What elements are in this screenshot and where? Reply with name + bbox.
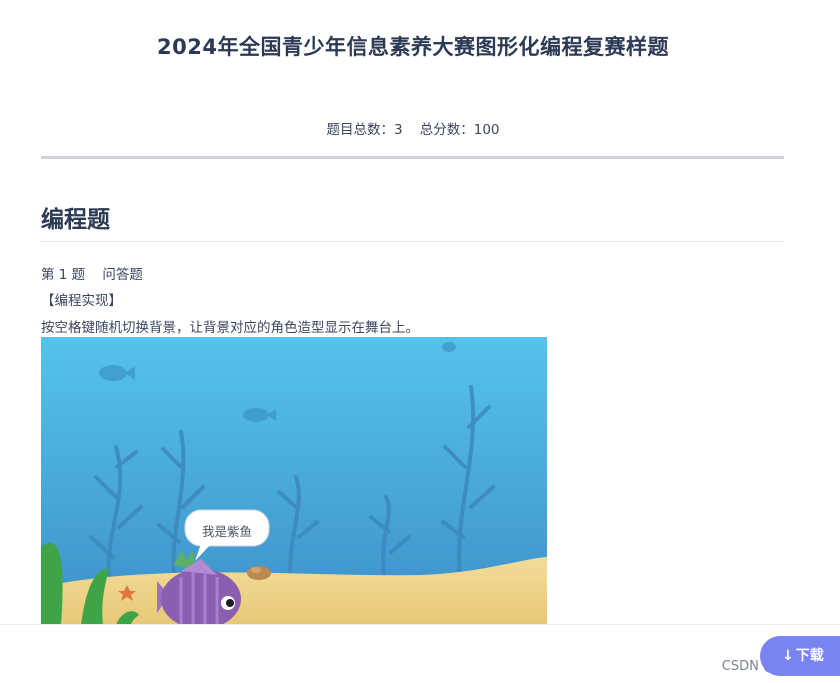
section-title: 编程题 xyxy=(41,207,110,233)
exam-summary: 题目总数：3 总分数：100 xyxy=(326,122,500,138)
question-text: 按空格键随机切换背景，让背景对应的角色造型显示在舞台上。 xyxy=(41,320,419,336)
download-button[interactable]: ↓ 下载 xyxy=(760,636,840,676)
page-title: 2024年全国青少年信息素养大赛图形化编程复赛样题 xyxy=(157,35,669,59)
question-heading: 第 1 题 问答题 xyxy=(41,267,143,283)
section-divider xyxy=(41,241,784,242)
header-divider xyxy=(41,156,784,159)
download-arrow-icon: ↓ xyxy=(782,648,794,664)
question-tag: 【编程实现】 xyxy=(41,293,122,309)
question-image: 我是紫鱼 xyxy=(41,337,547,625)
underwater-scene-illustration xyxy=(41,337,547,625)
download-label: 下载 xyxy=(795,648,824,664)
bottom-bar xyxy=(0,624,840,683)
speech-bubble-text: 我是紫鱼 xyxy=(201,524,252,539)
